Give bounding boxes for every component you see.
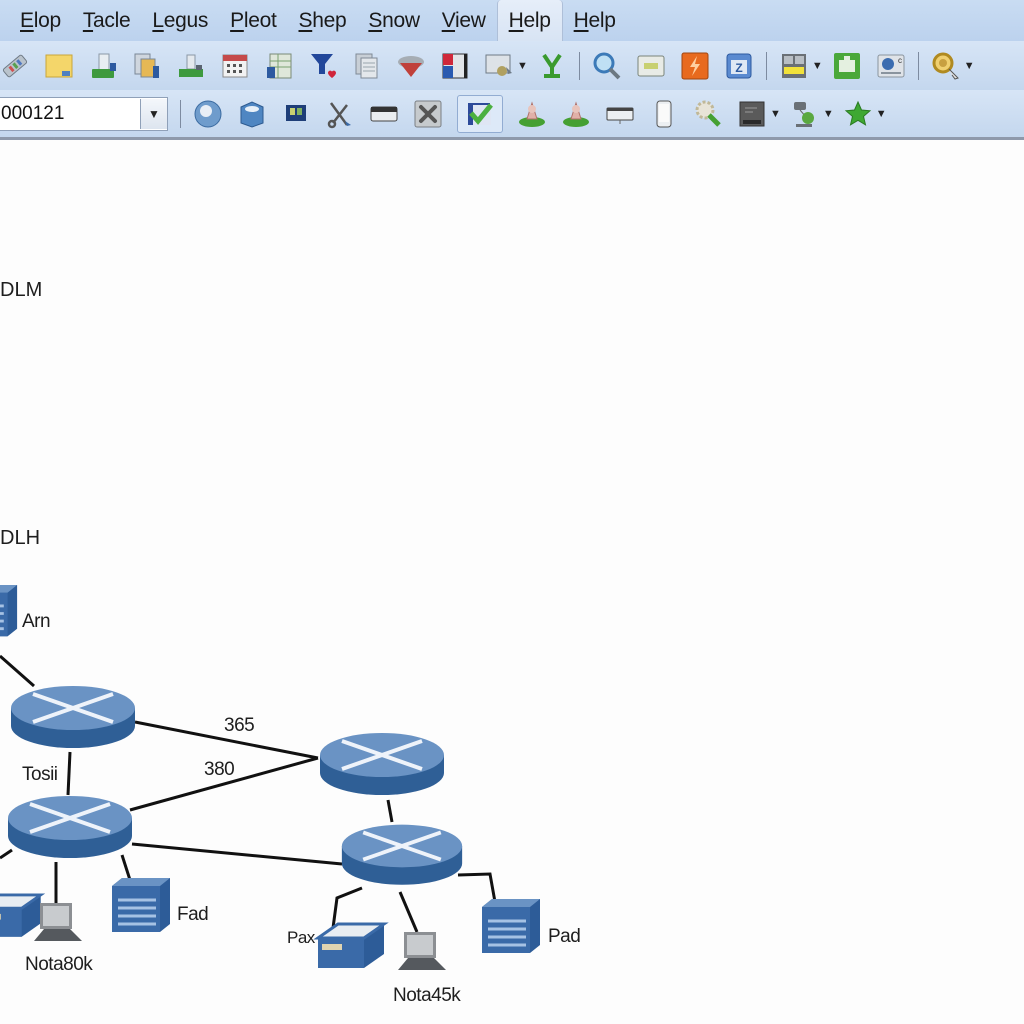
- server-arn[interactable]: [0, 583, 19, 638]
- laptop-nota80k[interactable]: [34, 903, 82, 941]
- edge-label-380: 380: [204, 759, 235, 780]
- label-dlh: DLH: [0, 527, 41, 549]
- link-router3-router4[interactable]: [386, 799, 394, 823]
- server-pad[interactable]: [480, 897, 542, 955]
- link-router2-left[interactable]: [0, 848, 13, 860]
- label-dlm: DLM: [0, 279, 43, 301]
- laptop-nota45k[interactable]: [398, 932, 446, 970]
- appliance-pax[interactable]: [316, 922, 386, 970]
- server-fad[interactable]: [110, 876, 172, 934]
- label-tosii: Tosii: [22, 764, 58, 785]
- link-router4-pax[interactable]: [331, 886, 363, 929]
- label-nota45k: Nota45k: [393, 985, 461, 1006]
- label-fad: Fad: [177, 904, 209, 925]
- router-bottom-right[interactable]: [339, 822, 465, 887]
- label-arn: Arn: [22, 611, 51, 632]
- router-tosii-top[interactable]: [9, 684, 137, 750]
- label-pax: Pax: [287, 928, 315, 947]
- label-pad: Pad: [548, 926, 581, 947]
- router-center[interactable]: [318, 731, 446, 797]
- appliance-left[interactable]: [0, 893, 43, 939]
- link-router1-router2[interactable]: [66, 751, 72, 796]
- link-router4-pad[interactable]: [457, 872, 497, 903]
- link-router4-nota45k[interactable]: [398, 891, 419, 933]
- link-arn-router1[interactable]: [0, 654, 35, 688]
- edge-label-365: 365: [224, 715, 255, 736]
- network-diagram: [0, 583, 542, 970]
- router-tosii-bottom[interactable]: [6, 794, 134, 860]
- link-router2-fad[interactable]: [120, 854, 132, 881]
- link-router2-router4[interactable]: [131, 842, 343, 866]
- label-nota80k: Nota80k: [25, 954, 93, 975]
